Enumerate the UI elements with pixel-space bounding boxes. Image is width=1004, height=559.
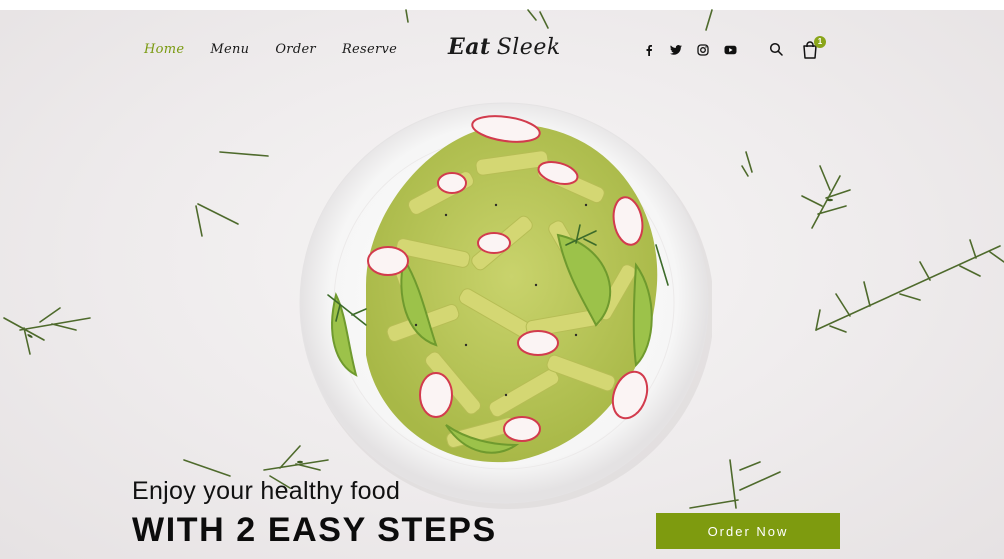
shopping-bag-icon[interactable]: 1 <box>802 36 826 64</box>
pasta-plate-image <box>296 95 714 511</box>
nav-item-menu[interactable]: Menu <box>210 42 249 57</box>
youtube-icon[interactable] <box>723 43 737 57</box>
hero-tagline: Enjoy your healthy food <box>132 477 401 505</box>
nav-item-reserve[interactable]: Reserve <box>342 42 397 57</box>
brand-logo[interactable]: Eat Sleek <box>448 34 561 60</box>
hero-headline: WITH 2 EASY STEPS <box>132 511 497 549</box>
cart-count-badge: 1 <box>814 36 826 48</box>
social-links <box>642 43 737 57</box>
facebook-icon[interactable] <box>642 43 656 57</box>
instagram-icon[interactable] <box>696 43 710 57</box>
main-nav: Home Menu Order Reserve <box>144 42 397 57</box>
search-icon[interactable] <box>769 42 783 61</box>
nav-item-home[interactable]: Home <box>144 42 184 57</box>
top-strip <box>0 0 1004 10</box>
brand-logo-bold: Eat <box>448 34 491 60</box>
page: Home Menu Order Reserve Eat Sleek 1 Enjo… <box>0 0 1004 559</box>
order-now-button[interactable]: Order Now <box>656 513 840 549</box>
brand-logo-light: Sleek <box>496 35 561 60</box>
twitter-icon[interactable] <box>669 43 683 57</box>
nav-item-order[interactable]: Order <box>275 42 316 57</box>
